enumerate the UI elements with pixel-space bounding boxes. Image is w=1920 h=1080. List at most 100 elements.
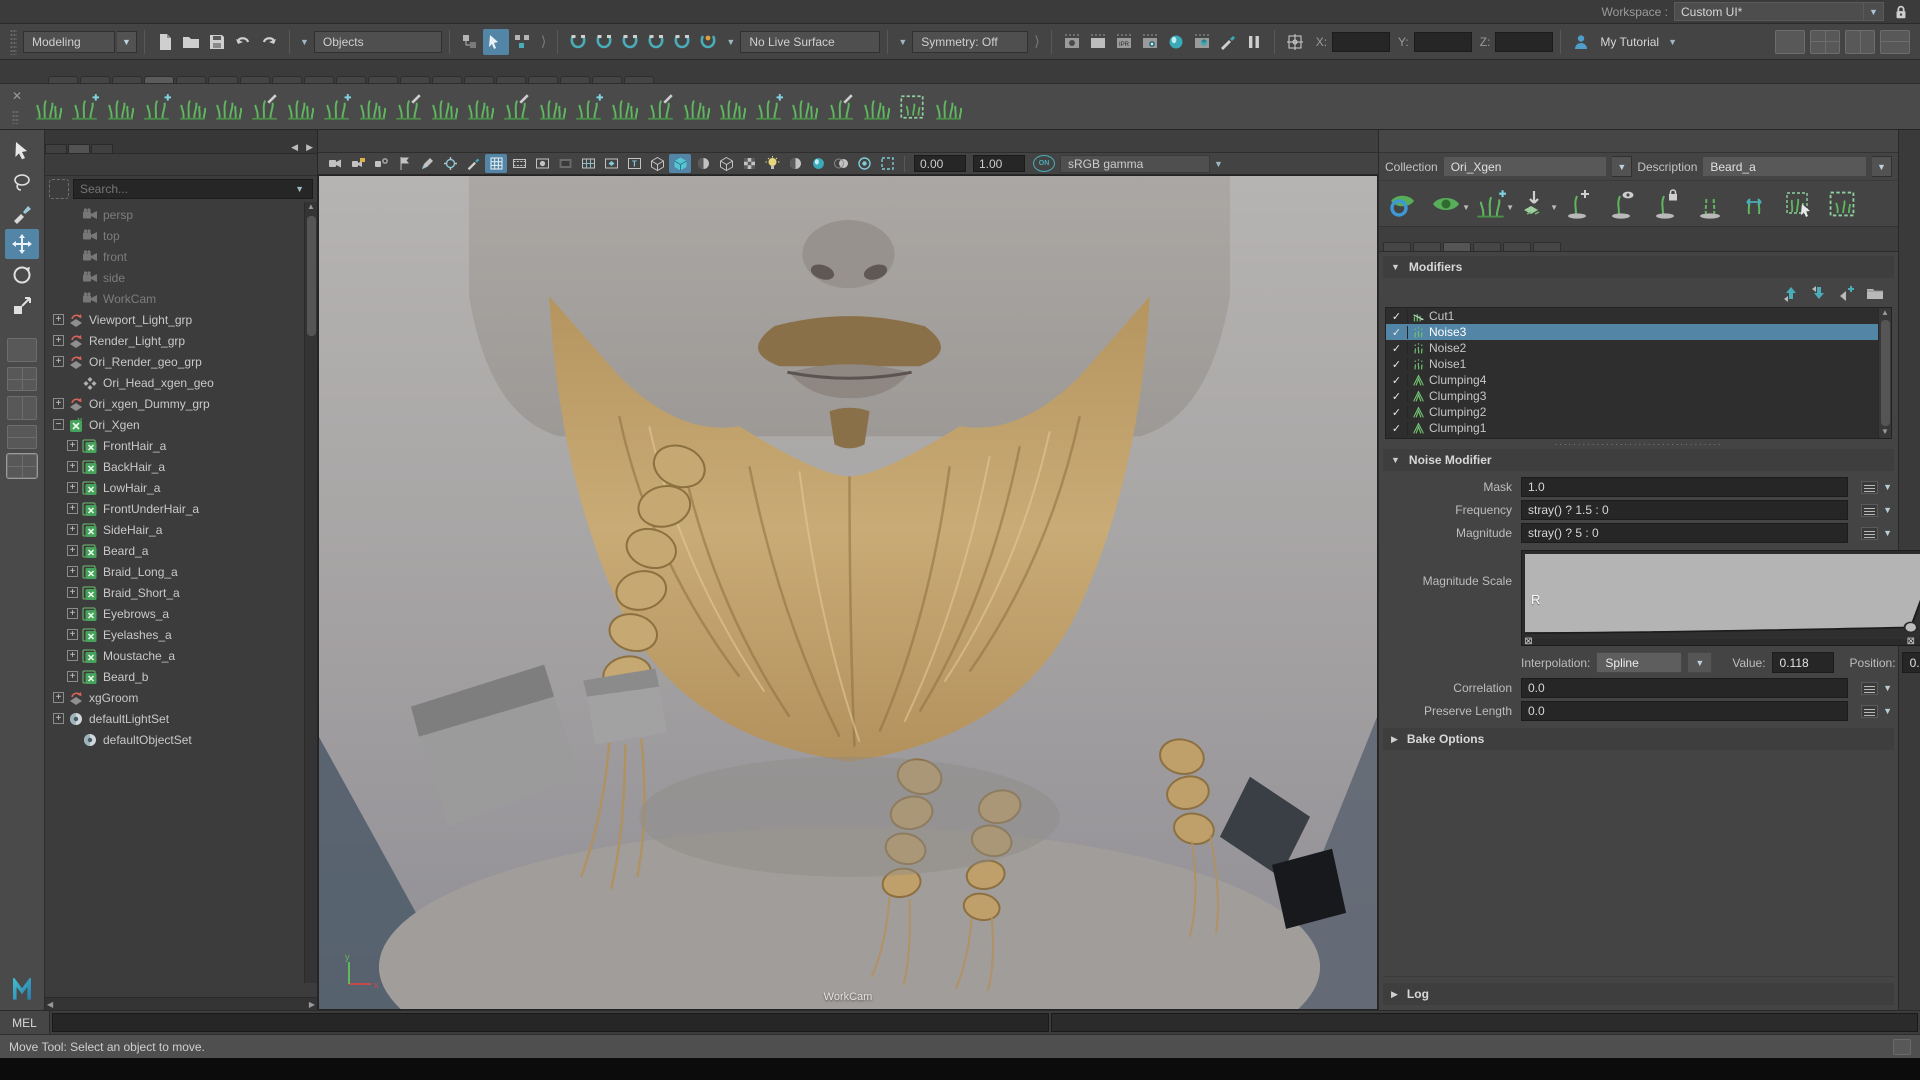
viewport-3d-canvas[interactable]: x y WorkCam [318,175,1378,1010]
interpolation-select[interactable]: Spline [1596,652,1682,673]
outliner-item[interactable]: + FrontHair_a [45,435,317,456]
shelf-tab[interactable] [432,76,462,83]
shelf-tool-button[interactable] [858,88,894,126]
viewport-toggle-button[interactable] [439,154,461,173]
modifier-enabled-checkbox[interactable]: ✓ [1386,406,1408,419]
tab-scroll-right-icon[interactable]: ▶ [302,142,317,153]
modifier-row[interactable]: ✓ Clumping4 [1386,372,1891,388]
outliner-item[interactable]: + LowHair_a [45,477,317,498]
toolbar-grip[interactable] [10,29,17,55]
viewport-toggle-button[interactable] [370,154,392,173]
select-mode-button[interactable] [509,29,535,55]
shelf-tool-button[interactable] [66,88,102,126]
outliner-tree[interactable]: persp top front side [45,202,317,997]
expander-icon[interactable]: + [53,398,64,409]
shelf-tool-button[interactable] [750,88,786,126]
ramp-key-handle[interactable]: ⊠ [1905,636,1916,647]
outliner-item[interactable]: + Ori_Render_geo_grp [45,351,317,372]
command-input[interactable] [52,1013,1049,1032]
viewport-toggle-button[interactable] [462,154,484,173]
toolbar-button[interactable] [230,29,256,55]
stacked-pane-layout-button[interactable] [7,425,37,449]
expander-icon[interactable]: + [67,650,78,661]
xgen-tool-button[interactable] [1559,184,1597,224]
outliner-item[interactable]: + FrontUnderHair_a [45,498,317,519]
maya-logo-icon[interactable] [9,978,35,1002]
shelf-tab[interactable] [176,76,206,83]
outliner-item[interactable]: + Braid_Short_a [45,582,317,603]
viewport-toggle-button[interactable] [347,154,369,173]
render-button[interactable] [1137,29,1163,55]
modifier-row[interactable]: ✓ Clumping2 [1386,404,1891,420]
shelf-tool-button[interactable] [390,88,426,126]
snap-button[interactable] [669,29,695,55]
toolbar-button[interactable] [178,29,204,55]
shelf-tab[interactable] [400,76,430,83]
scroll-up-icon[interactable]: ▲ [307,202,315,214]
snap-options-arrow-icon[interactable]: ▼ [723,37,738,47]
expander-icon[interactable]: + [67,566,78,577]
shelf-tool-button[interactable] [246,88,282,126]
tool-option-arrow-icon[interactable]: ▼ [1462,203,1470,212]
attribute-input[interactable]: 1.0 [1521,477,1848,497]
collection-dropdown-arrow-icon[interactable]: ▼ [1612,156,1632,177]
modifier-enabled-checkbox[interactable]: ✓ [1386,342,1408,355]
objects-filter-select[interactable]: Objects [314,31,442,53]
expression-editor-icon[interactable] [1861,682,1878,695]
shelf-tool-button[interactable] [894,88,930,126]
modifiers-section-header[interactable]: ▼ Modifiers [1383,256,1894,278]
description-select[interactable]: Beard_a [1702,156,1867,177]
outliner-search-input[interactable] [80,182,295,196]
shelf-tab[interactable] [528,76,558,83]
toolbar-button[interactable] [204,29,230,55]
shelf-tab[interactable] [560,76,590,83]
shelf-tool-button[interactable] [282,88,318,126]
outliner-item[interactable]: + Render_Light_grp [45,330,317,351]
workspace-dropdown-arrow-icon[interactable]: ▼ [1864,2,1884,21]
collection-select[interactable]: Ori_Xgen [1443,156,1608,177]
panel-tab[interactable] [91,144,113,153]
modifier-toolbar-button[interactable] [1782,284,1800,305]
shelf-tool-button[interactable] [642,88,678,126]
outliner-item[interactable]: Ori_Head_xgen_geo [45,372,317,393]
xgen-tool-button[interactable]: ▼ [1427,184,1465,224]
outliner-search-box[interactable]: ▼ [73,179,313,199]
shelf-tool-button[interactable] [930,88,966,126]
attribute-menu-arrow-icon[interactable]: ▼ [1883,528,1892,538]
modifier-enabled-checkbox[interactable]: ✓ [1386,358,1408,371]
scroll-down-icon[interactable]: ▼ [1881,427,1889,438]
description-dropdown-arrow-icon[interactable]: ▼ [1872,156,1892,177]
viewport-toggle-button[interactable] [784,154,806,173]
xgen-tool-button[interactable] [1691,184,1729,224]
expander-icon[interactable]: + [67,461,78,472]
four-pane-layout-button[interactable] [7,367,37,391]
layout-button[interactable] [1775,30,1805,54]
outliner-item[interactable]: + xgGroom [45,687,317,708]
shelf-tool-button[interactable] [786,88,822,126]
shelf-tab[interactable] [48,76,78,83]
shelf-tool-button[interactable] [462,88,498,126]
noise-modifier-section-header[interactable]: ▼ Noise Modifier [1383,449,1894,471]
expression-editor-icon[interactable] [1861,527,1878,540]
attribute-menu-arrow-icon[interactable]: ▼ [1883,505,1892,515]
scroll-left-icon[interactable]: ◀ [47,1000,53,1009]
viewport-toggle-button[interactable] [669,154,691,173]
ramp-value-input[interactable]: 0.118 [1772,652,1834,673]
snap-button[interactable] [643,29,669,55]
ramp-key-handle[interactable]: ⊠ [1523,636,1534,647]
outliner-horizontal-scrollbar[interactable]: ◀ ▶ [45,997,317,1010]
modifier-enabled-checkbox[interactable]: ✓ [1386,390,1408,403]
shelf-close-icon[interactable]: ✕ [12,89,22,103]
shelf-tab[interactable] [592,76,622,83]
attribute-menu-arrow-icon[interactable]: ▼ [1883,683,1892,693]
render-button[interactable] [1059,29,1085,55]
shelf-tool-button[interactable] [714,88,750,126]
xgen-tool-button[interactable] [1779,184,1817,224]
outliner-item[interactable]: + Eyelashes_a [45,624,317,645]
layout-button[interactable] [1880,30,1910,54]
xgen-tab[interactable] [1443,242,1471,251]
tool-option-arrow-icon[interactable]: ▼ [1506,203,1514,212]
panel-tab[interactable] [68,144,90,153]
panel-tab[interactable] [45,144,67,153]
expander-icon[interactable]: + [53,692,64,703]
